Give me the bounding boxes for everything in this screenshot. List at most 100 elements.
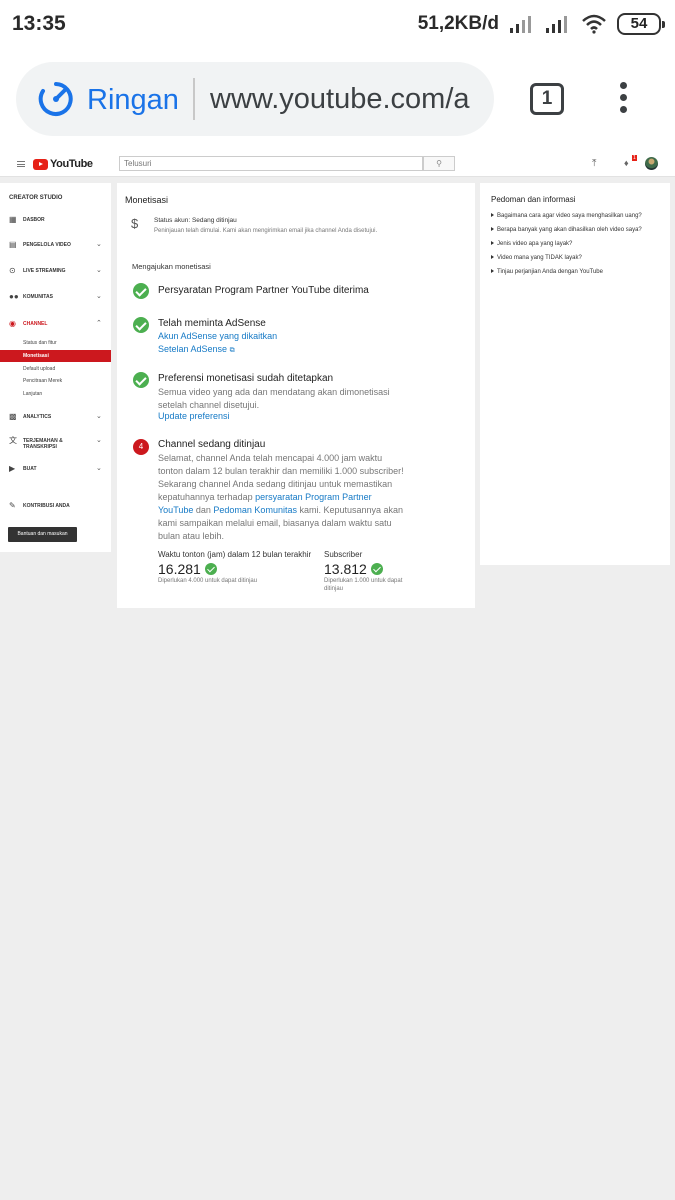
step2-title: Telah meminta AdSense <box>158 318 266 329</box>
subnav-upload-defaults[interactable]: Default upload <box>0 363 111 375</box>
chevron-up-icon: ⌃ <box>96 320 102 327</box>
live-icon: ⊙ <box>9 266 16 275</box>
android-status-bar: 13:35 51,2KB/d 54 <box>0 0 675 48</box>
account-status-title: Status akun: Sedang ditinjau <box>154 217 237 224</box>
sidebar-item-analytics[interactable]: ▩ ANALYTICS ⌄ <box>0 411 111 423</box>
chevron-down-icon: ⌄ <box>96 437 102 444</box>
creator-studio-sidebar: CREATOR STUDIO ▦ DASBOR ▤ PENGELOLA VIDE… <box>0 183 111 552</box>
sidebar-item-label: TERJEMAHAN & TRANSKRIPSI <box>23 438 63 450</box>
adsense-settings-label: Setelan AdSense <box>158 344 228 354</box>
guide-menu-icon[interactable] <box>17 161 25 167</box>
network-speed: 51,2KB/d <box>417 13 499 34</box>
tab-switcher-button[interactable]: 1 <box>530 83 564 115</box>
search-input[interactable]: Telusuri <box>119 156 423 171</box>
sidebar-item-live-streaming[interactable]: ⊙ LIVE STREAMING ⌄ <box>0 265 111 277</box>
sidebar-item-dashboard[interactable]: ▦ DASBOR <box>0 214 111 226</box>
help-link-label: Berapa banyak yang akan dihasilkan oleh … <box>497 227 642 233</box>
chevron-down-icon: ⌄ <box>96 293 102 300</box>
sidebar-item-label: PENGELOLA VIDEO <box>23 242 71 248</box>
step4-description: Selamat, channel Anda telah mencapai 4.0… <box>158 452 408 543</box>
step3-description: Semua video yang ada dan mendatang akan … <box>158 387 390 410</box>
check-circle-icon <box>370 563 383 575</box>
subnav-monetization[interactable]: Monetisasi <box>0 350 111 362</box>
check-circle-icon <box>204 563 217 575</box>
linked-adsense-account-link[interactable]: Akun AdSense yang dikaitkan <box>158 331 277 341</box>
help-link-label: Bagaimana cara agar video saya menghasil… <box>497 213 642 219</box>
notification-bell-icon[interactable]: ♦ <box>624 158 629 168</box>
sidebar-item-translations[interactable]: 文 TERJEMAHAN & TRANSKRIPSI ⌄ <box>0 435 111 453</box>
update-preferences-link[interactable]: Update preferensi <box>158 411 230 421</box>
subnav-advanced[interactable]: Lanjutan <box>0 388 111 400</box>
signal-1-icon <box>510 16 531 33</box>
dashboard-icon: ▦ <box>9 215 17 224</box>
triangle-right-icon <box>491 213 494 217</box>
adsense-settings-link[interactable]: Setelan AdSense ⧉ <box>158 344 235 355</box>
search-button[interactable]: ⚲ <box>423 156 455 171</box>
watch-time-requirement: Diperlukan 4.000 untuk dapat ditinjau <box>158 578 258 584</box>
help-link-label: Video mana yang TIDAK layak? <box>497 255 582 261</box>
account-status-description: Peninjauan telah dimulai. Kami akan meng… <box>154 228 378 234</box>
triangle-right-icon <box>491 227 494 231</box>
sidebar-item-create[interactable]: ▶ BUAT ⌄ <box>0 463 111 475</box>
external-link-icon: ⧉ <box>229 347 235 354</box>
lite-mode-label[interactable]: Ringan <box>87 84 179 117</box>
chevron-down-icon: ⌄ <box>96 241 102 248</box>
search-icon: ⚲ <box>436 159 442 168</box>
help-link[interactable]: Tinjau perjanjian Anda dengan YouTube <box>491 269 603 275</box>
sidebar-item-label: DASBOR <box>23 217 45 223</box>
help-link-label: Jenis video apa yang layak? <box>497 241 573 247</box>
watch-time-label: Waktu tonton (jam) dalam 12 bulan terakh… <box>158 550 312 559</box>
sidebar-item-label: BUAT <box>23 466 37 472</box>
upload-icon[interactable]: ⤒ <box>592 158 596 169</box>
translate-icon: 文 <box>9 436 17 445</box>
address-bar[interactable]: Ringan www.youtube.com/a <box>16 62 494 136</box>
signal-2-icon <box>546 16 567 33</box>
check-circle-icon <box>133 283 149 299</box>
subscriber-value: 13.812 <box>324 561 367 577</box>
wifi-icon <box>582 14 606 34</box>
watch-time-stat: 16.281 <box>158 561 217 577</box>
sidebar-item-label: LIVE STREAMING <box>23 268 66 274</box>
help-feedback-button[interactable]: Bantuan dan masukan <box>8 527 77 542</box>
help-link[interactable]: Jenis video apa yang layak? <box>491 241 572 247</box>
help-panel-title: Pedoman dan informasi <box>491 195 576 204</box>
subnav-branding[interactable]: Pencitraan Merek <box>0 375 111 387</box>
sidebar-item-community[interactable]: ●● KOMUNITAS ⌄ <box>0 291 111 303</box>
subscriber-label: Subscriber <box>324 550 363 559</box>
step1-title: Persyaratan Program Partner YouTube dite… <box>158 285 369 296</box>
address-separator <box>193 78 195 120</box>
sidebar-item-contributions[interactable]: ✎ KONTRIBUSI ANDA <box>0 500 111 512</box>
youtube-logo[interactable]: YouTube <box>33 158 93 170</box>
contribution-icon: ✎ <box>9 501 16 510</box>
chevron-down-icon: ⌄ <box>96 267 102 274</box>
community-guidelines-link[interactable]: Pedoman Komunitas <box>213 505 297 515</box>
page-title: Monetisasi <box>125 195 169 205</box>
account-avatar[interactable] <box>645 157 658 170</box>
sidebar-item-label: KOMUNITAS <box>23 294 53 300</box>
step4-title: Channel sedang ditinjau <box>158 439 266 450</box>
url-text[interactable]: www.youtube.com/a <box>210 83 480 116</box>
community-icon: ●● <box>9 292 19 301</box>
more-menu-icon[interactable] <box>617 82 629 116</box>
create-icon: ▶ <box>9 464 16 473</box>
triangle-right-icon <box>491 269 494 273</box>
help-link[interactable]: Berapa banyak yang akan dihasilkan oleh … <box>491 227 642 233</box>
subnav-status-features[interactable]: Status dan fitur <box>0 337 111 349</box>
chevron-down-icon: ⌄ <box>96 413 102 420</box>
youtube-header: YouTube Telusuri ⚲ ⤒ ♦ 1 <box>0 152 675 177</box>
browser-toolbar: Ringan www.youtube.com/a 1 <box>0 48 675 152</box>
step4-text-b: dan <box>193 505 214 515</box>
help-link-label: Tinjau perjanjian Anda dengan YouTube <box>497 269 603 275</box>
help-link[interactable]: Bagaimana cara agar video saya menghasil… <box>491 213 642 219</box>
step3-title: Preferensi monetisasi sudah ditetapkan <box>158 373 334 384</box>
battery-indicator: 54 <box>617 13 665 35</box>
dollar-icon: $ <box>131 216 139 231</box>
sidebar-item-video-manager[interactable]: ▤ PENGELOLA VIDEO ⌄ <box>0 239 111 251</box>
chevron-down-icon: ⌄ <box>96 465 102 472</box>
help-link[interactable]: Video mana yang TIDAK layak? <box>491 255 582 261</box>
monetization-panel: Monetisasi $ Status akun: Sedang ditinja… <box>117 183 475 608</box>
sidebar-item-channel[interactable]: ◉ CHANNEL ⌃ <box>0 318 111 330</box>
subscriber-stat: 13.812 <box>324 561 383 577</box>
sidebar-title: CREATOR STUDIO <box>9 195 63 201</box>
youtube-logo-text: YouTube <box>50 158 93 170</box>
